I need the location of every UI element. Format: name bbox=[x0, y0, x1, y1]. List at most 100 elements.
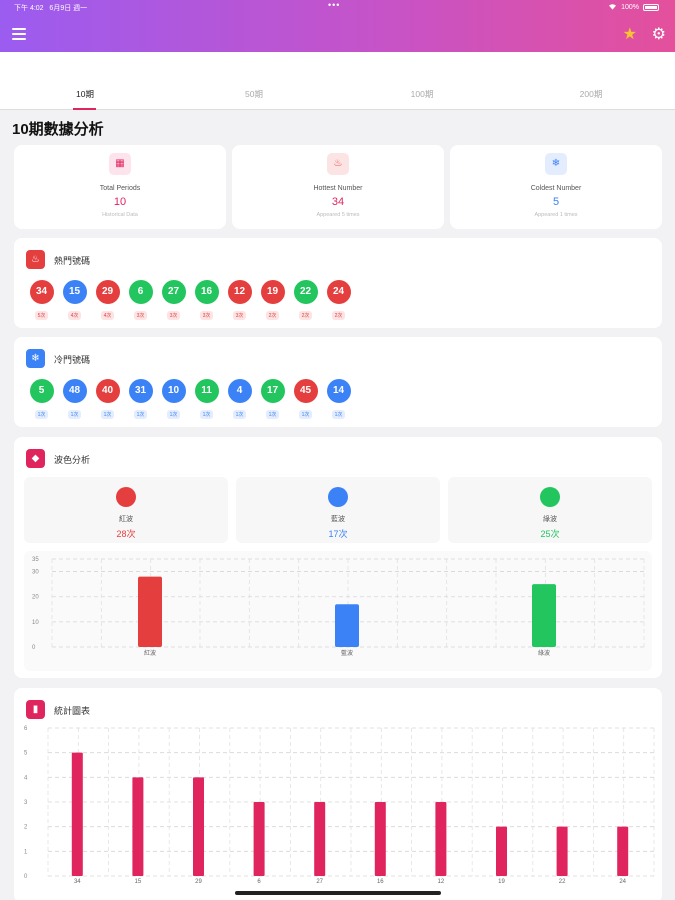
stat-value: 34 bbox=[331, 196, 345, 208]
count-badge: 2次 bbox=[298, 311, 313, 320]
hot-ball-item[interactable]: 34 5次 bbox=[25, 280, 58, 322]
hot-ball-item[interactable]: 19 2次 bbox=[256, 280, 289, 322]
count-badge: 3次 bbox=[232, 311, 247, 320]
y-tick-label: 30 bbox=[32, 570, 39, 576]
x-tick-label: 22 bbox=[559, 879, 566, 885]
wifi-icon bbox=[608, 3, 617, 12]
multitask-dots-icon[interactable]: ••• bbox=[328, 0, 340, 10]
hot-ball-item[interactable]: 16 3次 bbox=[190, 280, 223, 322]
y-tick-label: 0 bbox=[32, 645, 36, 651]
active-tab-indicator bbox=[73, 108, 96, 110]
stat-chart-card: ▮ 統計圖表 6 5 4 3 2 1 0 34 15 29 6 27 16 12 19 22 24 bbox=[14, 688, 662, 900]
cold-ball-item[interactable]: 5 1次 bbox=[25, 379, 58, 421]
count-badge: 1次 bbox=[265, 410, 280, 419]
cold-ball-item[interactable]: 17 1次 bbox=[256, 379, 289, 421]
red-dot-icon bbox=[116, 487, 136, 507]
count-badge: 4次 bbox=[67, 311, 82, 320]
stat-sub: Appeared 1 times bbox=[534, 212, 578, 218]
stat-value: 5 bbox=[552, 196, 560, 208]
period-tabs: 10期 50期 100期 200期 bbox=[0, 52, 675, 110]
number-ball: 10 bbox=[161, 379, 186, 403]
wave-count: 28次 bbox=[116, 529, 136, 539]
number-ball: 5 bbox=[29, 379, 54, 403]
x-tick-label: 34 bbox=[74, 879, 81, 885]
bar-12 bbox=[435, 802, 447, 876]
bar-16 bbox=[374, 802, 386, 876]
x-tick-label: 綠波 bbox=[538, 649, 550, 657]
hot-ball-item[interactable]: 27 3次 bbox=[157, 280, 190, 322]
hot-ball-item[interactable]: 6 3次 bbox=[124, 280, 157, 322]
number-ball: 11 bbox=[194, 379, 219, 403]
menu-icon[interactable] bbox=[12, 28, 26, 40]
hot-balls-list: 34 5次 15 4次 29 4次 6 3次 27 3次 16 3次 12 3次 19 2次 22 2次 24 2次 bbox=[25, 280, 355, 322]
wave-name: 紅波 bbox=[119, 516, 133, 523]
number-ball: 17 bbox=[260, 379, 285, 403]
number-ball: 45 bbox=[293, 379, 318, 403]
wave-bar-chart: 35 30 20 10 0 紅波 藍波 綠波 bbox=[32, 557, 645, 657]
y-tick-label: 35 bbox=[32, 557, 39, 563]
number-ball: 6 bbox=[128, 280, 153, 304]
home-indicator[interactable] bbox=[235, 891, 441, 895]
tab-100[interactable]: 100期 bbox=[392, 88, 452, 100]
cold-ball-item[interactable]: 40 1次 bbox=[91, 379, 124, 421]
wave-name: 綠波 bbox=[543, 516, 557, 523]
stat-card-hottest: ♨ Hottest Number 34 Appeared 5 times bbox=[232, 145, 444, 229]
battery-percent: 100% bbox=[621, 4, 639, 11]
cold-ball-item[interactable]: 31 1次 bbox=[124, 379, 157, 421]
stat-label: Total Periods bbox=[99, 185, 141, 192]
hot-ball-item[interactable]: 24 2次 bbox=[322, 280, 355, 322]
hot-ball-item[interactable]: 12 3次 bbox=[223, 280, 256, 322]
y-tick-label: 6 bbox=[24, 726, 28, 732]
number-ball: 29 bbox=[95, 280, 120, 304]
number-ball: 24 bbox=[326, 280, 351, 304]
cold-ball-item[interactable]: 14 1次 bbox=[322, 379, 355, 421]
count-badge: 1次 bbox=[199, 410, 214, 419]
count-badge: 1次 bbox=[331, 410, 346, 419]
section-title: 波色分析 bbox=[54, 455, 91, 465]
bar-19 bbox=[496, 826, 507, 876]
status-right: 100% bbox=[608, 3, 659, 12]
cold-ball-item[interactable]: 45 1次 bbox=[289, 379, 322, 421]
status-date: 6月9日 週一 bbox=[49, 5, 88, 12]
hot-ball-item[interactable]: 22 2次 bbox=[289, 280, 322, 322]
gear-icon[interactable]: ⚙ bbox=[652, 24, 666, 44]
hot-ball-item[interactable]: 15 4次 bbox=[58, 280, 91, 322]
x-tick-label: 29 bbox=[195, 879, 202, 885]
number-ball: 19 bbox=[260, 280, 285, 304]
cold-balls-list: 5 1次 48 1次 40 1次 31 1次 10 1次 11 1次 4 1次 17 1次 45 1次 14 1次 bbox=[25, 379, 355, 421]
snowflake-icon: ❄ bbox=[26, 349, 45, 368]
count-badge: 1次 bbox=[100, 410, 115, 419]
stat-card-total: ▦ Total Periods 10 Historical Data bbox=[14, 145, 226, 229]
x-tick-label: 12 bbox=[438, 879, 445, 885]
y-tick-label: 0 bbox=[24, 874, 28, 880]
cold-ball-item[interactable]: 48 1次 bbox=[58, 379, 91, 421]
fire-icon: ♨ bbox=[327, 153, 349, 175]
count-badge: 5次 bbox=[34, 311, 49, 320]
number-ball: 12 bbox=[227, 280, 252, 304]
cold-ball-item[interactable]: 11 1次 bbox=[190, 379, 223, 421]
count-badge: 3次 bbox=[199, 311, 214, 320]
section-title: 熱門號碼 bbox=[54, 256, 91, 266]
cold-ball-item[interactable]: 10 1次 bbox=[157, 379, 190, 421]
star-icon[interactable]: ★ bbox=[623, 24, 637, 44]
number-ball: 4 bbox=[227, 379, 252, 403]
cold-ball-item[interactable]: 4 1次 bbox=[223, 379, 256, 421]
count-badge: 1次 bbox=[67, 410, 82, 419]
count-badge: 4次 bbox=[100, 311, 115, 320]
tab-50[interactable]: 50期 bbox=[224, 88, 284, 100]
tab-200[interactable]: 200期 bbox=[561, 88, 621, 100]
number-ball: 27 bbox=[161, 280, 186, 304]
wave-analysis-card: ◆ 波色分析 紅波 28次 藍波 17次 綠波 25次 35 30 20 10 0 紅波藍… bbox=[14, 437, 662, 678]
count-badge: 1次 bbox=[166, 410, 181, 419]
bar-29 bbox=[193, 777, 204, 876]
palette-icon: ◆ bbox=[26, 449, 45, 468]
hot-ball-item[interactable]: 29 4次 bbox=[91, 280, 124, 322]
tab-10[interactable]: 10期 bbox=[55, 88, 115, 100]
fire-icon: ♨ bbox=[26, 250, 45, 269]
x-tick-label: 紅波 bbox=[144, 649, 156, 657]
wave-green: 綠波 25次 bbox=[448, 477, 652, 543]
y-tick-label: 1 bbox=[24, 849, 28, 855]
x-tick-label: 24 bbox=[619, 879, 626, 885]
stat-label: Coldest Number bbox=[530, 185, 582, 192]
wave-red: 紅波 28次 bbox=[24, 477, 228, 543]
